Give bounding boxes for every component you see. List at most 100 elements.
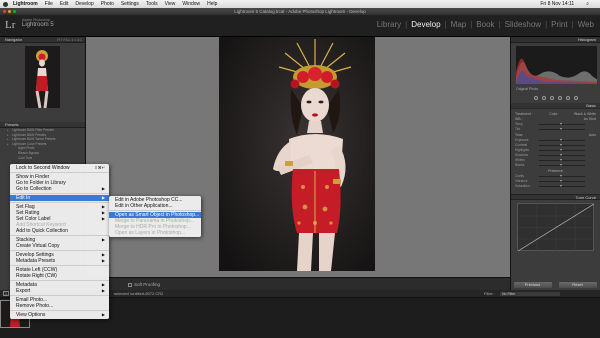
spotlight-icon[interactable]: ⌕ <box>586 1 589 7</box>
window-title: Lightroom 5 Catalog.lrcat - Adobe Photos… <box>234 9 366 14</box>
menu-item-label: Lock to Second Window <box>16 165 70 171</box>
menu-item-lock-to-second-window[interactable]: Lock to Second Window ⇧⌘↵ <box>10 165 109 171</box>
menu-item-label: Open as Layers in Photoshop... <box>115 230 186 236</box>
histogram-graph <box>516 58 597 84</box>
menu-item-view-options[interactable]: View Options ▶ <box>10 312 109 318</box>
module-develop[interactable]: Develop <box>411 20 440 29</box>
window-titlebar: Lightroom 5 Catalog.lrcat - Adobe Photos… <box>0 8 600 15</box>
main-photo[interactable] <box>219 37 375 271</box>
slider-handle[interactable] <box>560 138 563 141</box>
menu-item-export[interactable]: Export ▶ <box>10 288 109 294</box>
module-library[interactable]: Library <box>377 20 401 29</box>
slider-blacks: Blacks <box>515 163 596 168</box>
reset-button[interactable]: Reset <box>558 282 597 288</box>
menu-file[interactable]: File <box>45 1 53 7</box>
module-print[interactable]: Print <box>551 20 567 29</box>
filmstrip-source[interactable]: selected /untitled-8072.CR2 <box>114 290 163 298</box>
treatment-color[interactable]: Color <box>549 112 557 116</box>
module-picker: Library | Develop | Map | Book | Slidesh… <box>376 20 594 29</box>
slider-handle[interactable] <box>560 184 563 187</box>
navigator-thumbnail <box>25 46 60 108</box>
slider-handle[interactable] <box>560 179 563 182</box>
menu-photo[interactable]: Photo <box>101 1 114 7</box>
menu-window[interactable]: Window <box>182 1 200 7</box>
slider-handle[interactable] <box>560 143 563 146</box>
menu-edit[interactable]: Edit <box>60 1 69 7</box>
menu-separator <box>10 310 109 311</box>
menu-settings[interactable]: Settings <box>121 1 139 7</box>
menu-develop[interactable]: Develop <box>75 1 93 7</box>
module-web[interactable]: Web <box>578 20 594 29</box>
slider-handle[interactable] <box>560 148 563 151</box>
original-photo-label[interactable]: Original Photo <box>511 87 600 92</box>
previous-button[interactable]: Previous <box>513 282 552 288</box>
menu-separator <box>10 172 109 173</box>
menu-separator <box>10 265 109 266</box>
menu-item-label: Add to Quick Collection <box>16 228 68 234</box>
menu-item-metadata-presets[interactable]: Metadata Presets ▶ <box>10 258 109 264</box>
navigator-zoom-options[interactable]: FIT FILL 1:1 3:1 <box>57 37 82 43</box>
slider-label: Clarity <box>515 174 525 178</box>
treatment-bw[interactable]: Black & White <box>574 112 596 116</box>
menu-app[interactable]: Lightroom <box>13 1 38 7</box>
menu-view[interactable]: View <box>165 1 176 7</box>
menu-item-remove-photo[interactable]: Remove Photo... <box>10 303 109 309</box>
filter-label: Filter : <box>484 291 496 296</box>
filter-select[interactable]: No Filter <box>500 292 560 296</box>
product-name: Adobe Photoshop Lightroom 5 <box>22 18 54 28</box>
navigator-header[interactable]: Navigator FIT FILL 1:1 3:1 <box>0 37 85 43</box>
histogram-header[interactable]: Histogram <box>511 37 600 43</box>
wb-select[interactable]: As Shot <box>584 117 596 121</box>
submenu-arrow-icon: ▶ <box>101 186 105 191</box>
menu-item-add-to-quick-collection[interactable]: Add to Quick Collection <box>10 228 109 234</box>
menu-help[interactable]: Help <box>207 1 217 7</box>
slider-label: Highlights <box>515 148 529 152</box>
slider-handle[interactable] <box>560 163 563 166</box>
graduated-filter-icon[interactable] <box>557 95 562 100</box>
photo-image <box>219 37 375 271</box>
module-slideshow[interactable]: Slideshow <box>505 20 541 29</box>
radial-filter-icon[interactable] <box>565 95 570 100</box>
develop-tool-strip <box>516 94 595 101</box>
identity-plate: Lr Adobe Photoshop Lightroom 5 Library |… <box>0 15 600 37</box>
crop-tool-icon[interactable] <box>533 95 538 100</box>
module-book[interactable]: Book <box>476 20 494 29</box>
minimize-window-button[interactable] <box>8 10 11 13</box>
apple-icon[interactable] <box>3 1 8 7</box>
preset-item[interactable]: Cold Tone <box>0 156 85 161</box>
menubar-clock[interactable]: Fri 8 Nov 14:11 <box>540 1 574 7</box>
soft-proofing-toggle[interactable]: Soft Proofing <box>128 282 160 287</box>
tone-auto-button[interactable]: Auto <box>589 133 596 137</box>
slider-handle[interactable] <box>560 153 563 156</box>
slider-handle[interactable] <box>560 127 563 130</box>
basic-panel: Treatment : Color Black & White WB : As … <box>515 112 596 189</box>
menu-item-go-to-collection[interactable]: Go to Collection ▶ <box>10 186 109 192</box>
navigator-preview[interactable] <box>25 46 60 108</box>
slider-label: Saturation <box>515 184 530 188</box>
adjustment-brush-icon[interactable] <box>573 95 578 100</box>
submenu-arrow-icon: ▶ <box>101 288 105 293</box>
module-map[interactable]: Map <box>451 20 467 29</box>
menu-item-label: Edit In <box>16 195 31 201</box>
menu-separator <box>109 210 201 211</box>
slider-handle[interactable] <box>560 174 563 177</box>
slider-label: Shadows <box>515 153 529 157</box>
menu-item-edit-in-other-application[interactable]: Edit in Other Application... <box>109 203 201 209</box>
menu-item-label: Create Virtual Copy <box>16 243 60 249</box>
close-window-button[interactable] <box>3 10 6 13</box>
menu-item-create-virtual-copy[interactable]: Create Virtual Copy <box>10 243 109 249</box>
slider-handle[interactable] <box>560 158 563 161</box>
zoom-window-button[interactable] <box>13 10 16 13</box>
spot-removal-icon[interactable] <box>541 95 546 100</box>
tone-curve-header[interactable]: Tone Curve <box>511 194 600 200</box>
menu-tools[interactable]: Tools <box>146 1 158 7</box>
menu-item-edit-in[interactable]: Edit In ▶ <box>10 195 109 201</box>
tone-curve-graph[interactable] <box>517 203 595 252</box>
menu-item-open-as-layers-in-photoshop: Open as Layers in Photoshop... <box>109 230 201 236</box>
monitor-1-button[interactable]: 1 <box>3 291 9 296</box>
menu-item-rotate-right-cw[interactable]: Rotate Right (CW) <box>10 273 109 279</box>
slider-saturation: Saturation <box>515 184 596 189</box>
slider-handle[interactable] <box>560 122 563 125</box>
red-eye-icon[interactable] <box>549 95 554 100</box>
checkbox-icon[interactable] <box>128 282 132 287</box>
